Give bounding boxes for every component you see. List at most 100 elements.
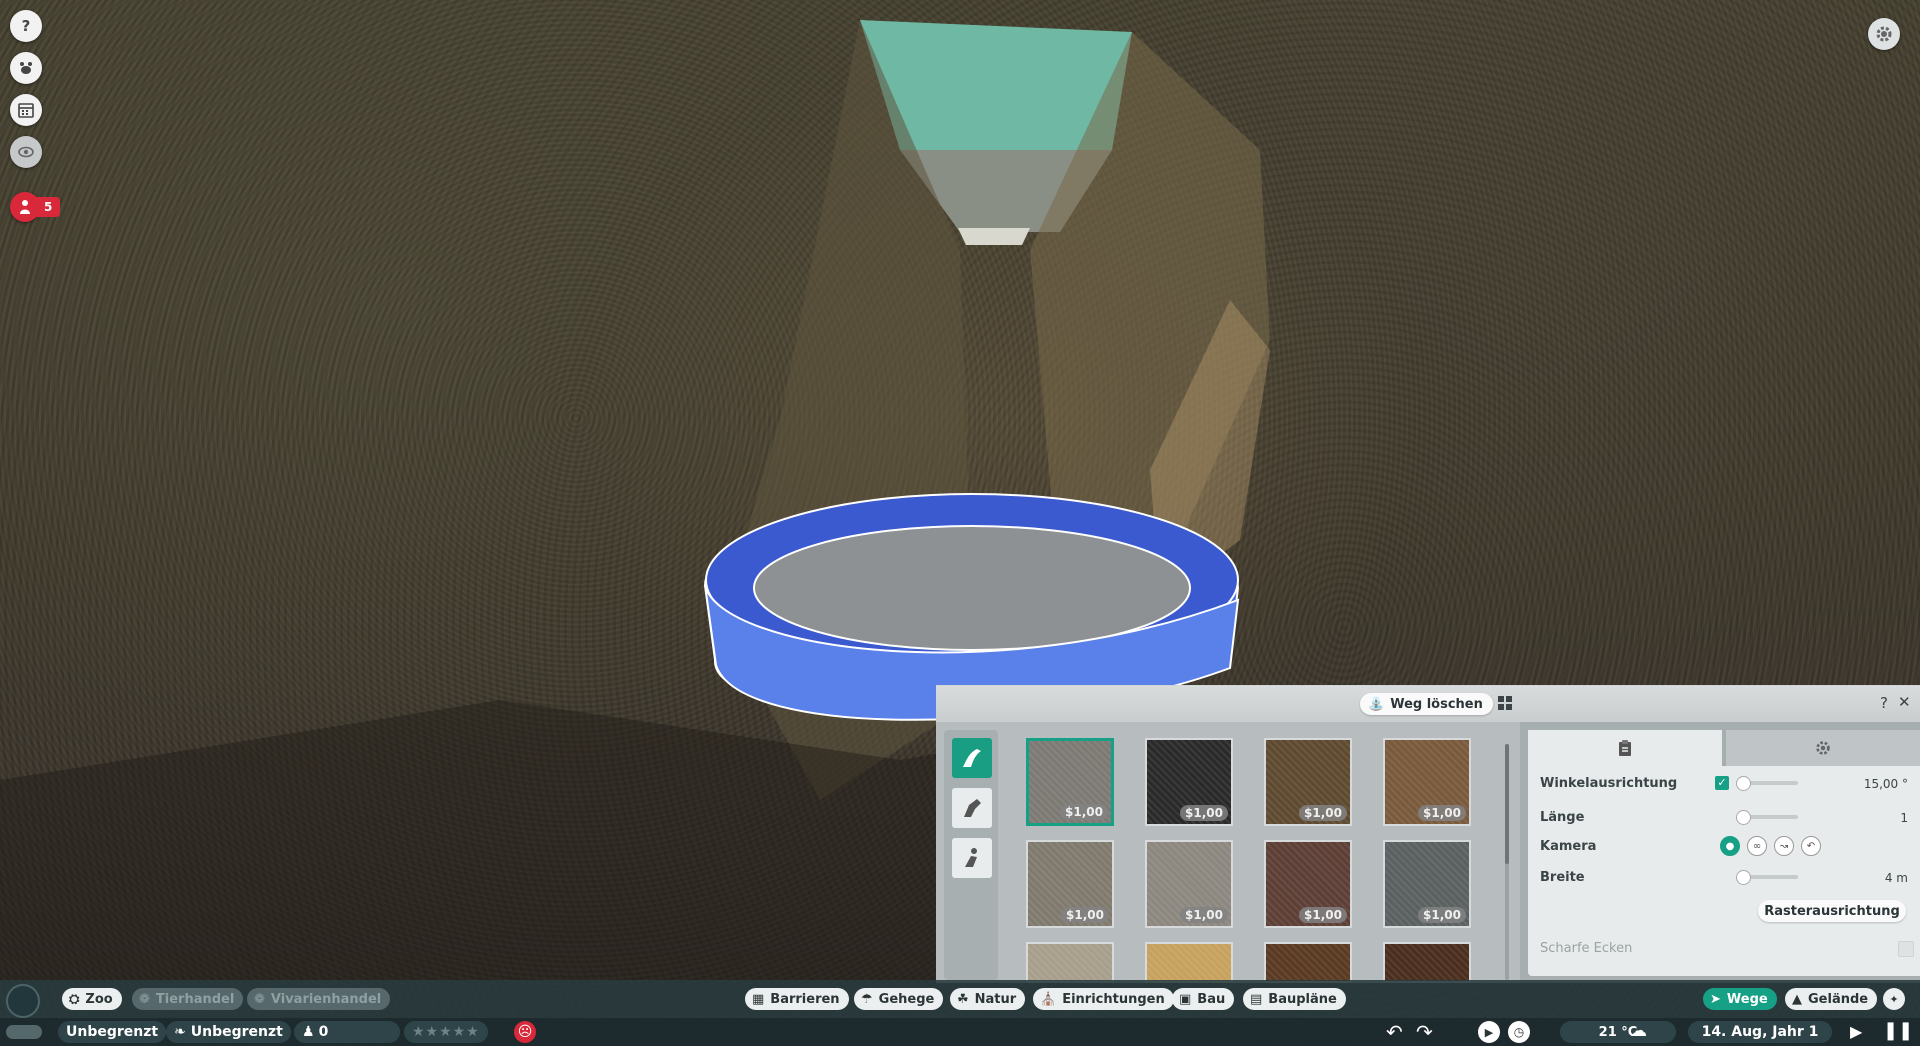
tab-animal-trade-label: Tierhandel [155, 991, 235, 1007]
tab-nature-label: Natur [974, 991, 1017, 1007]
angle-value: 15,00 ° [1863, 777, 1908, 791]
tab-zoo[interactable]: ⛭ Zoo [62, 988, 122, 1010]
sharp-corners-checkbox[interactable] [1898, 941, 1914, 957]
texture-tile[interactable] [1383, 942, 1471, 983]
texture-tile[interactable] [1026, 942, 1114, 983]
calendar-icon[interactable] [10, 94, 42, 126]
animal-path-icon[interactable] [952, 788, 992, 828]
angle-label: Winkelausrichtung [1540, 776, 1678, 791]
guest-alert[interactable]: 5 [10, 192, 61, 222]
guest-count-display[interactable]: ♟ 0 [294, 1021, 400, 1043]
width-slider-knob[interactable] [1736, 870, 1751, 885]
menu-dial-icon[interactable] [6, 984, 40, 1018]
zoo-icon: ⛭ [69, 991, 80, 1007]
status-bar: Unbegrenzt ❧ Unbegrenzt ♟ 0 ★★★★★ ☹ ↶ ↷ ▶ … [0, 1018, 1920, 1046]
length-slider-knob[interactable] [1736, 810, 1751, 825]
grid-align-button[interactable]: Rasterausrichtung [1758, 900, 1906, 922]
texture-tile[interactable]: $1,00 [1264, 738, 1352, 826]
date-display[interactable]: 14. Aug, Jahr 1 [1688, 1021, 1832, 1043]
tab-barriers[interactable]: ▦ Barrieren [745, 988, 849, 1010]
zoo-rating-stars[interactable]: ★★★★★ [404, 1021, 488, 1043]
clipboard-icon [1619, 740, 1631, 756]
delete-path-button[interactable]: ⛲ Weg löschen [1360, 693, 1493, 715]
camera-mode-icon[interactable]: ▶ [1478, 1021, 1500, 1043]
angle-slider-knob[interactable] [1736, 776, 1751, 791]
texture-tile[interactable] [1264, 942, 1352, 983]
sad-face-icon[interactable]: ☹ [514, 1021, 536, 1043]
gear-icon[interactable] [1868, 18, 1900, 50]
tab-nature[interactable]: ☘ Natur [950, 988, 1026, 1010]
texture-tile[interactable]: $1,00 [1026, 840, 1114, 928]
tab-terrain-label: Gelände [1808, 991, 1869, 1007]
time-icon[interactable]: ◷ [1508, 1021, 1530, 1043]
angle-checkbox[interactable]: ✓ [1715, 776, 1729, 790]
main-toolbar: ⛭ Zoo ❁ Tierhandel ❁ Vivarienhandel ▦ Barrie… [0, 980, 1920, 1018]
tab-properties[interactable] [1528, 730, 1722, 766]
tab-animal-trade[interactable]: ❁ Tierhandel [132, 988, 244, 1010]
conservation-display[interactable]: ❧ Unbegrenzt [166, 1021, 291, 1043]
texture-price: $1,00 [1180, 805, 1228, 821]
help-icon[interactable]: ? [10, 10, 42, 42]
staff-path-icon[interactable] [952, 838, 992, 878]
temperature-display[interactable]: 21 °C [1560, 1021, 1676, 1043]
speed-toggle[interactable] [6, 1025, 42, 1039]
texture-price: $1,00 [1418, 907, 1466, 923]
animal-icon[interactable] [10, 52, 42, 84]
tab-vivarium-trade-label: Vivarienhandel [270, 991, 382, 1007]
undo-icon[interactable]: ↶ [1386, 1020, 1403, 1044]
path-icon: ➤ [1710, 991, 1721, 1007]
eye-icon[interactable] [10, 136, 42, 168]
weather-icon[interactable]: ☁ [1630, 1021, 1647, 1041]
camera-follow-icon[interactable]: ● [1720, 836, 1740, 856]
texture-tile[interactable]: $1,00 [1383, 738, 1471, 826]
grid-view-icon[interactable] [1498, 696, 1512, 710]
alert-count: 5 [36, 197, 61, 217]
play-icon[interactable]: ▶ [1850, 1022, 1862, 1041]
settings-area: Winkelausrichtung ✓ 15,00 ° Länge 1 Kame… [1520, 722, 1920, 983]
pause-icon[interactable]: ❚❚ [1883, 1020, 1913, 1041]
bulldozer-icon: ⛲ [1368, 696, 1385, 712]
paw-icon: ❁ [139, 991, 150, 1007]
build-icon: ▣ [1179, 991, 1192, 1007]
link-icon[interactable]: ∞ [1747, 836, 1767, 856]
money-display[interactable]: Unbegrenzt [58, 1021, 167, 1043]
panel-close-button[interactable]: ✕ [1898, 693, 1911, 711]
settings-body: Winkelausrichtung ✓ 15,00 ° Länge 1 Kame… [1528, 766, 1920, 976]
panel-help-button[interactable]: ? [1880, 694, 1888, 712]
delete-path-label: Weg löschen [1390, 696, 1483, 712]
texture-tile[interactable]: $1,00 [1145, 738, 1233, 826]
sharp-corners-label: Scharfe Ecken [1540, 941, 1633, 956]
tab-habitats[interactable]: ☂ Gehege [854, 988, 944, 1010]
path-tool-icon[interactable] [952, 738, 992, 778]
redo-icon[interactable]: ↷ [1416, 1020, 1433, 1044]
tab-build[interactable]: ▣ Bau [1172, 988, 1235, 1010]
tab-terrain[interactable]: ▲ Gelände [1785, 988, 1878, 1010]
texture-price: $1,00 [1061, 907, 1109, 923]
tab-blueprints-label: Baupläne [1268, 991, 1337, 1007]
texture-tile[interactable]: $1,00 [1383, 840, 1471, 928]
svg-text:?: ? [22, 17, 31, 35]
tab-blueprints[interactable]: ▤ Baupläne [1243, 988, 1346, 1010]
tab-vivarium-trade[interactable]: ❁ Vivarienhandel [247, 988, 391, 1010]
vivarium-icon: ❁ [254, 991, 265, 1007]
curve-icon[interactable]: ↶ [1801, 836, 1821, 856]
path-build-panel: ⛲ Weg löschen ? ✕ $1,00 $1,00 $1,00 $1,00 $1… [936, 685, 1920, 983]
tab-facilities[interactable]: ⛪ Einrichtungen [1033, 988, 1174, 1010]
tab-settings[interactable] [1726, 730, 1920, 766]
texture-scroll-thumb[interactable] [1505, 744, 1509, 864]
texture-tile[interactable]: $1,00 [1026, 738, 1114, 826]
barrier-icon: ▦ [752, 991, 765, 1007]
blueprint-icon: ▤ [1250, 991, 1263, 1007]
texture-price: $1,00 [1299, 805, 1347, 821]
texture-price: $1,00 [1060, 804, 1108, 820]
tab-paths[interactable]: ➤ Wege [1703, 988, 1777, 1010]
leaf-icon: ❧ [174, 1024, 186, 1040]
texture-tile[interactable]: $1,00 [1264, 840, 1352, 928]
path-snap-icon[interactable]: ↝ [1774, 836, 1794, 856]
tab-build-label: Bau [1197, 991, 1226, 1007]
texture-tile[interactable]: $1,00 [1145, 840, 1233, 928]
texture-tile[interactable] [1145, 942, 1233, 983]
texture-price: $1,00 [1299, 907, 1347, 923]
expand-icon[interactable]: ✦ [1883, 988, 1905, 1010]
date-value: 14. Aug, Jahr 1 [1701, 1024, 1819, 1040]
